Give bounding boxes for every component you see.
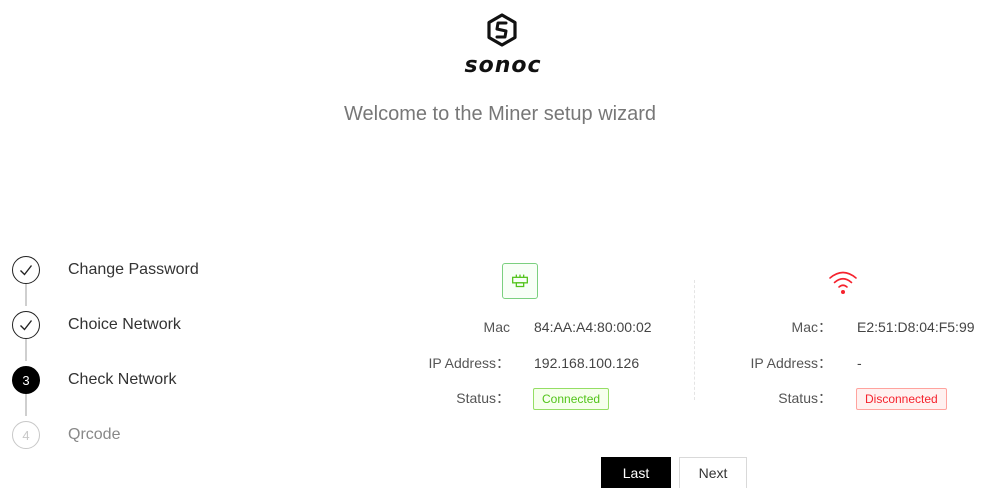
- sonoc-logo-icon: [487, 13, 517, 47]
- step-check-network: 3 Check Network: [12, 366, 272, 400]
- wifi-mac-label: Mac：: [791, 319, 832, 335]
- step-number-circle: 4: [12, 421, 40, 449]
- wifi-mac-value: E2:51:D8:04:F5:99: [857, 319, 975, 335]
- wifi-ip-value: -: [857, 355, 862, 371]
- step-done-circle: [12, 311, 40, 339]
- ethernet-ip-value: 192.168.100.126: [534, 355, 640, 371]
- ethernet-status-label: Status：: [456, 390, 510, 406]
- panel-divider: [694, 280, 695, 400]
- brand-name: sonoc: [464, 53, 542, 78]
- next-button[interactable]: Next: [679, 457, 747, 488]
- last-button[interactable]: Last: [601, 457, 671, 488]
- step-number-circle: 3: [12, 366, 40, 394]
- step-done-circle: [12, 256, 40, 284]
- step-label: Change Password: [68, 261, 199, 278]
- setup-wizard-page: sonoc Welcome to the Miner setup wizard …: [0, 0, 994, 488]
- wifi-status-label: Status：: [778, 390, 832, 406]
- check-icon: [20, 320, 33, 331]
- welcome-title: Welcome to the Miner setup wizard: [344, 103, 656, 125]
- wifi-icon: [829, 271, 857, 294]
- wifi-ip-label: IP Address：: [750, 355, 832, 371]
- wifi-status-badge: Disconnected: [856, 388, 947, 410]
- step-qrcode: 4 Qrcode: [12, 421, 272, 455]
- ethernet-status-badge: Connected: [533, 388, 610, 410]
- step-label: Choice Network: [68, 316, 181, 333]
- ethernet-mac-value: 84:AA:A4:80:00:02: [534, 319, 652, 335]
- ethernet-ip-label: IP Address：: [428, 355, 510, 371]
- step-change-password: Change Password: [12, 256, 272, 290]
- check-icon: [20, 265, 33, 276]
- step-choice-network: Choice Network: [12, 311, 272, 345]
- step-label: Qrcode: [68, 426, 121, 443]
- ethernet-port-icon: [502, 263, 538, 299]
- ethernet-mac-label: Mac: [483, 319, 510, 335]
- step-label: Check Network: [68, 371, 177, 388]
